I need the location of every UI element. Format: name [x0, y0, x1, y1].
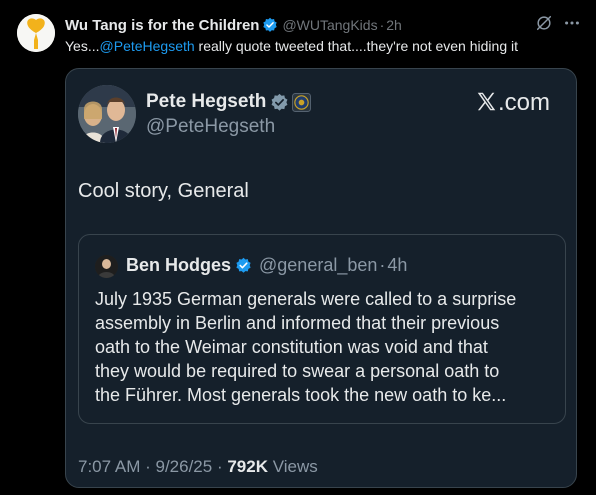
separator-dot: ·	[379, 255, 386, 275]
nested-timestamp: 4h	[387, 255, 408, 275]
text-line: assembly in Berlin and informed that the…	[95, 313, 500, 333]
views-label: Views	[267, 457, 318, 476]
post-text-prefix: Yes...	[65, 38, 100, 54]
mention-link[interactable]: @PeteHegseth	[100, 38, 195, 54]
post-text: Yes...@PeteHegseth really quote tweeted …	[65, 38, 518, 54]
grok-icon[interactable]	[535, 14, 553, 32]
verified-badge-icon	[263, 17, 278, 32]
views-count: 792K	[227, 457, 268, 476]
portrait-photo	[78, 85, 136, 143]
post-text-suffix: really quote tweeted that....they're not…	[194, 38, 518, 54]
meta-date: 9/26/25	[155, 457, 213, 476]
author-name[interactable]: Wu Tang is for the Children	[65, 17, 259, 34]
author-handle[interactable]: @WUTangKids	[282, 17, 377, 33]
quoted-author-avatar	[78, 85, 136, 143]
quoted-author-name-row: Pete Hegseth	[146, 91, 312, 113]
heart-balloon-avatar-icon	[17, 14, 55, 52]
x-logo-icon	[477, 92, 496, 111]
separator-dot: ·	[140, 457, 156, 476]
more-icon[interactable]	[563, 14, 581, 32]
text-line: July 1935 German generals were called to…	[95, 289, 517, 309]
nested-tweet-text: July 1935 German generals were called to…	[95, 287, 557, 407]
quoted-author-handle: @PeteHegseth	[146, 116, 276, 137]
post-actions-top	[535, 14, 581, 32]
verified-badge-icon	[271, 93, 288, 111]
text-line: they would be required to swear a person…	[95, 361, 500, 381]
quoted-author-name: Pete Hegseth	[146, 91, 267, 112]
portrait-photo	[95, 255, 118, 278]
verified-badge-icon	[236, 257, 251, 273]
x-com-text: .com	[497, 89, 550, 116]
nested-author-avatar	[95, 255, 118, 278]
quoted-tweet-text: Cool story, General	[78, 180, 249, 202]
separator-dot: ·	[212, 457, 228, 476]
nested-author-name: Ben Hodges	[126, 255, 232, 275]
text-line: the Führer. Most generals took the new o…	[95, 385, 507, 405]
tweet-meta: 7:07 AM · 9/26/25 · 792K Views	[78, 457, 318, 477]
text-line: oath to the Weimar constitution was void…	[95, 337, 488, 357]
nested-quote-tweet: Ben Hodges @general_ben · 4h July 1935 G…	[78, 234, 566, 424]
embedded-screenshot-card[interactable]: Pete Hegseth @PeteHegseth .com Cool stor…	[65, 68, 577, 488]
separator-dot: ·	[379, 17, 385, 33]
post-timestamp[interactable]: 2h	[386, 17, 402, 33]
post-header: Wu Tang is for the Children @WUTangKids …	[65, 15, 402, 35]
government-seal-icon	[292, 92, 312, 112]
nested-tweet-header: Ben Hodges @general_ben · 4h	[126, 255, 407, 276]
nested-author-handle: @general_ben	[259, 255, 378, 275]
x-com-watermark: .com	[476, 89, 550, 117]
meta-time: 7:07 AM	[78, 457, 141, 476]
author-avatar[interactable]	[17, 14, 55, 52]
